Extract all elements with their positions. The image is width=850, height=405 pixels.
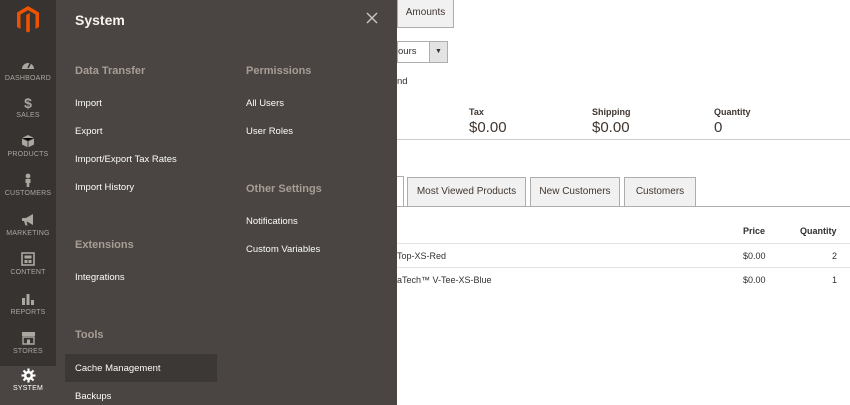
menu-link-custom-variables[interactable]: Custom Variables <box>246 244 320 255</box>
divider <box>397 206 850 207</box>
section-title-tools: Tools <box>75 329 104 341</box>
section-title-other-settings: Other Settings <box>246 183 322 195</box>
admin-sidebar: DASHBOARD $ SALES PRODUCTS CUSTOMERS MAR… <box>0 0 56 405</box>
menu-link-import-history[interactable]: Import History <box>75 182 134 193</box>
menu-link-import[interactable]: Import <box>75 98 102 109</box>
refresh-statistics-text: nd <box>397 76 408 87</box>
nav-item-marketing[interactable]: MARKETING <box>0 211 56 250</box>
close-icon[interactable] <box>364 10 380 26</box>
menu-link-all-users[interactable]: All Users <box>246 98 284 109</box>
stat-tax-value: $0.00 <box>469 119 507 136</box>
nav-label: SYSTEM <box>13 385 43 392</box>
nav-item-customers[interactable]: CUSTOMERS <box>0 171 56 210</box>
nav-label: MARKETING <box>6 230 50 237</box>
divider <box>397 243 850 244</box>
nav-label: STORES <box>13 348 43 355</box>
system-menu-panel: System Data Transfer Import Export Impor… <box>56 0 397 405</box>
column-header-quantity: Quantity <box>800 226 837 236</box>
section-title-permissions: Permissions <box>246 65 312 77</box>
panel-title: System <box>75 12 125 28</box>
product-quantity: 1 <box>832 275 838 285</box>
product-price: $0.00 <box>743 275 766 285</box>
dashboard-gauge-icon <box>0 58 56 74</box>
menu-link-backups[interactable]: Backups <box>75 391 111 402</box>
stat-quantity-label: Quantity <box>714 107 751 117</box>
nav-label: DASHBOARD <box>4 75 52 82</box>
nav-item-content[interactable]: CONTENT <box>0 250 56 289</box>
nav-item-sales[interactable]: $ SALES <box>0 93 56 132</box>
nav-label: CONTENT <box>10 269 46 276</box>
nav-label: CUSTOMERS <box>4 190 52 197</box>
nav-label: PRODUCTS <box>7 151 49 158</box>
magento-logo[interactable] <box>0 0 56 40</box>
stat-tax-label: Tax <box>469 107 484 117</box>
period-select-value: ours <box>398 46 417 57</box>
section-title-extensions: Extensions <box>75 239 134 251</box>
nav-item-dashboard[interactable]: DASHBOARD <box>0 56 56 95</box>
gear-icon <box>0 368 56 384</box>
product-name: Top-XS-Red <box>397 251 447 261</box>
stat-shipping-value: $0.00 <box>592 119 630 136</box>
stat-shipping-label: Shipping <box>592 107 631 117</box>
product-quantity: 2 <box>832 251 838 261</box>
section-title-data-transfer: Data Transfer <box>75 65 146 77</box>
tab-most-viewed-products[interactable]: Most Viewed Products <box>407 177 526 207</box>
cube-icon <box>0 134 56 150</box>
nav-label: SALES <box>16 112 40 119</box>
menu-link-integrations[interactable]: Integrations <box>75 272 125 283</box>
divider <box>397 139 850 140</box>
menu-link-export[interactable]: Export <box>75 126 102 137</box>
nav-label: REPORTS <box>10 309 46 316</box>
layout-icon <box>0 252 56 268</box>
column-header-price: Price <box>743 226 766 236</box>
tab-new-customers[interactable]: New Customers <box>530 177 620 207</box>
stat-quantity-value: 0 <box>714 119 723 136</box>
divider <box>397 267 850 268</box>
product-price: $0.00 <box>743 251 766 261</box>
period-select[interactable]: ours ▼ <box>397 41 448 63</box>
nav-item-stores[interactable]: STORES <box>0 329 56 368</box>
tab-amounts[interactable]: Amounts <box>397 0 454 28</box>
bar-chart-icon <box>0 292 56 308</box>
tab-customers[interactable]: Customers <box>624 177 696 207</box>
chevron-down-icon: ▼ <box>429 42 447 62</box>
nav-item-products[interactable]: PRODUCTS <box>0 132 56 171</box>
person-icon <box>0 173 56 189</box>
storefront-icon <box>0 331 56 347</box>
megaphone-icon <box>0 213 56 229</box>
nav-item-system[interactable]: SYSTEM <box>0 366 56 405</box>
tab-bestsellers[interactable] <box>397 176 404 207</box>
menu-link-import-export-tax-rates[interactable]: Import/Export Tax Rates <box>75 154 177 165</box>
menu-link-cache-management[interactable]: Cache Management <box>75 363 161 374</box>
menu-link-user-roles[interactable]: User Roles <box>246 126 293 137</box>
product-name: aTech™ V-Tee-XS-Blue <box>397 275 492 285</box>
menu-link-notifications[interactable]: Notifications <box>246 216 298 227</box>
nav-item-reports[interactable]: REPORTS <box>0 290 56 329</box>
dollar-icon: $ <box>24 95 32 111</box>
